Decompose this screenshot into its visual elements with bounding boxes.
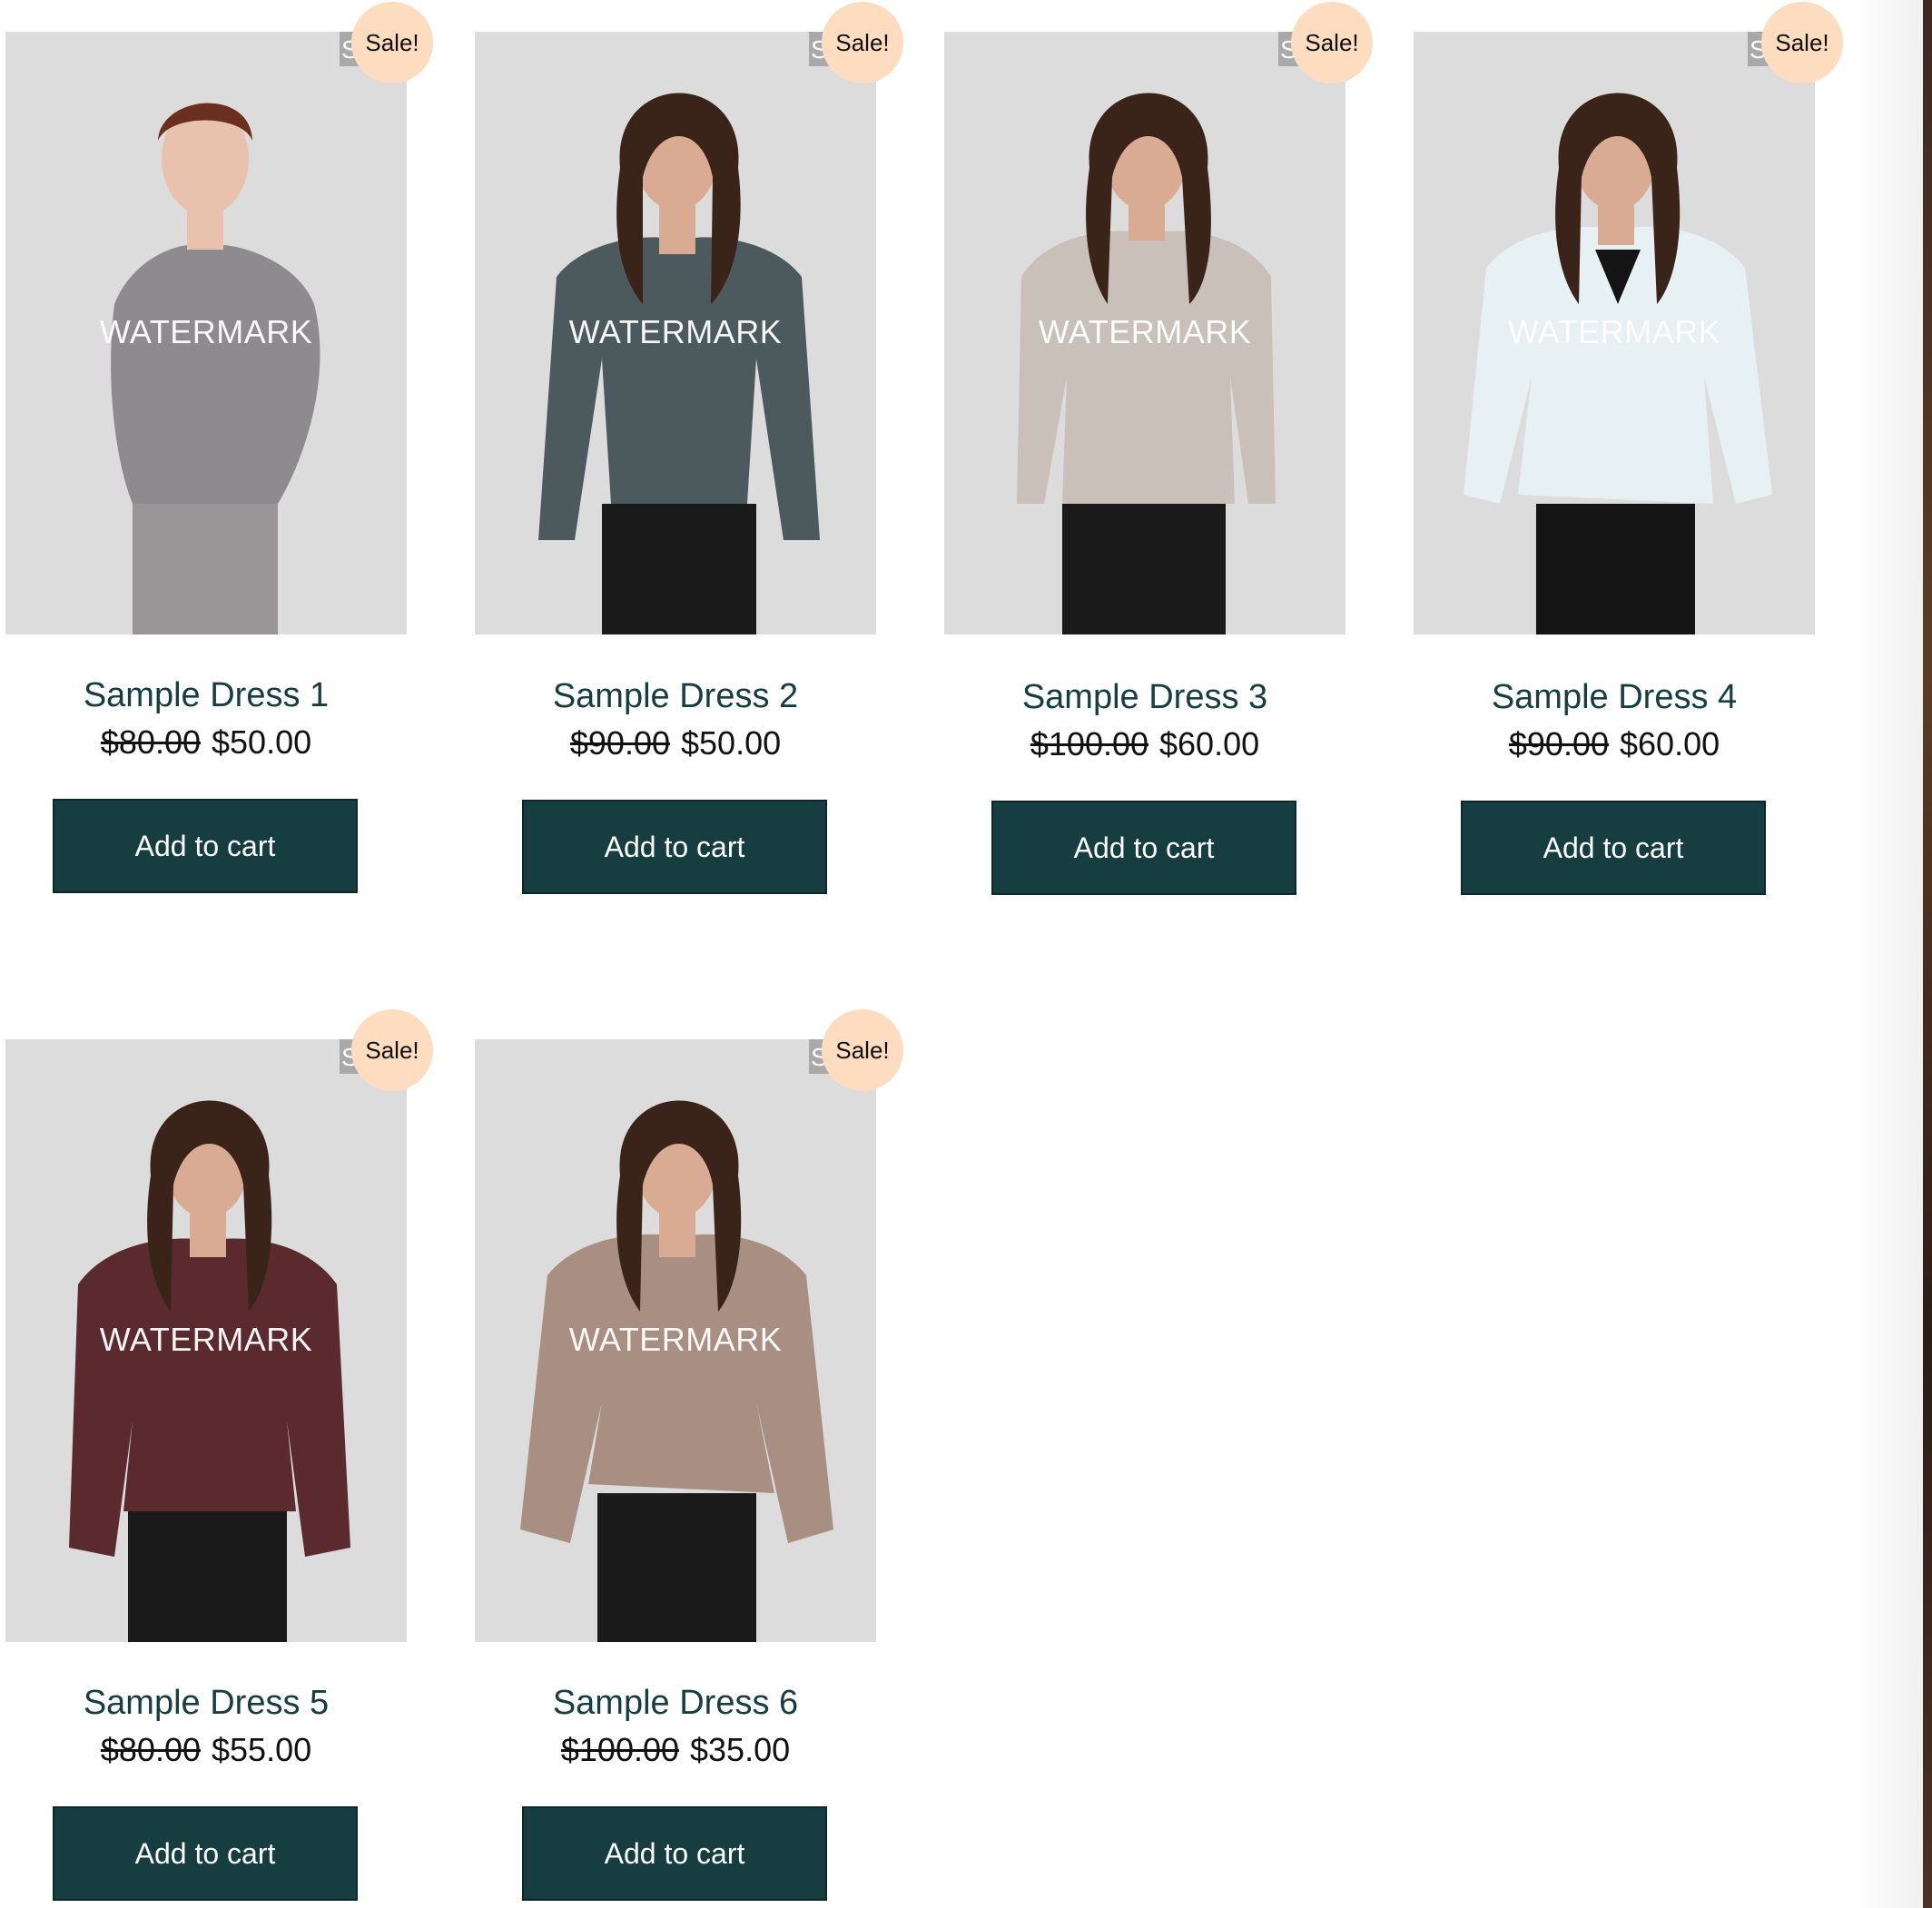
product-title[interactable]: Sample Dress 6 <box>475 1684 876 1723</box>
image-watermark: WATERMARK <box>568 1321 783 1358</box>
sale-badge: Sale! <box>822 1009 903 1091</box>
product-price: $100.00 $35.00 <box>475 1731 876 1769</box>
sale-price: $50.00 <box>212 723 312 761</box>
add-to-cart-button[interactable]: Add to cart <box>522 1806 827 1901</box>
add-to-cart-button[interactable]: Add to cart <box>1461 801 1766 895</box>
product-price: $80.00 $55.00 <box>5 1731 407 1769</box>
sale-price: $35.00 <box>690 1731 791 1768</box>
product-title[interactable]: Sample Dress 2 <box>475 677 876 716</box>
sale-price: $60.00 <box>1159 725 1260 762</box>
product-title[interactable]: Sample Dress 1 <box>5 676 407 715</box>
product-image[interactable]: WATERMARK SK <box>5 1039 407 1642</box>
sale-price: $60.00 <box>1620 725 1720 762</box>
window-edge-shadow <box>1850 0 1923 1908</box>
sale-badge: Sale! <box>1761 2 1843 84</box>
sale-badge: Sale! <box>1291 2 1373 84</box>
add-to-cart-button[interactable]: Add to cart <box>53 799 358 893</box>
original-price: $90.00 <box>1508 725 1609 762</box>
product-price: $80.00 $50.00 <box>5 723 407 762</box>
original-price: $90.00 <box>569 724 670 762</box>
sale-badge: Sale! <box>351 1009 433 1091</box>
original-price: $100.00 <box>560 1731 680 1768</box>
product-image[interactable]: WATERMARK SK <box>475 32 876 634</box>
product-image[interactable]: WATERMARK SK <box>944 32 1346 634</box>
window-edge <box>1923 0 1932 1908</box>
sale-badge: Sale! <box>822 2 903 84</box>
product-title[interactable]: Sample Dress 3 <box>944 678 1346 717</box>
product-price: $100.00 $60.00 <box>944 725 1346 763</box>
sale-badge: Sale! <box>351 2 433 84</box>
product-image[interactable]: WATERMARK SK <box>475 1039 876 1642</box>
image-watermark: WATERMARK <box>99 1321 313 1358</box>
product-image[interactable]: WATERMARK SK <box>1414 32 1815 634</box>
original-price: $100.00 <box>1030 725 1149 762</box>
product-title[interactable]: Sample Dress 5 <box>5 1684 407 1723</box>
image-watermark: WATERMARK <box>1507 313 1721 350</box>
add-to-cart-button[interactable]: Add to cart <box>991 801 1296 895</box>
image-watermark: WATERMARK <box>99 313 313 350</box>
original-price: $80.00 <box>100 723 201 761</box>
sale-price: $50.00 <box>681 724 782 762</box>
add-to-cart-button[interactable]: Add to cart <box>53 1806 358 1901</box>
product-price: $90.00 $60.00 <box>1414 725 1815 763</box>
image-watermark: WATERMARK <box>1038 313 1252 350</box>
sale-price: $55.00 <box>212 1731 312 1768</box>
image-watermark: WATERMARK <box>568 313 783 350</box>
original-price: $80.00 <box>100 1731 201 1768</box>
product-price: $90.00 $50.00 <box>475 724 876 762</box>
add-to-cart-button[interactable]: Add to cart <box>522 800 827 894</box>
product-title[interactable]: Sample Dress 4 <box>1414 678 1815 717</box>
product-image[interactable]: WATERMARK SK <box>5 32 407 634</box>
